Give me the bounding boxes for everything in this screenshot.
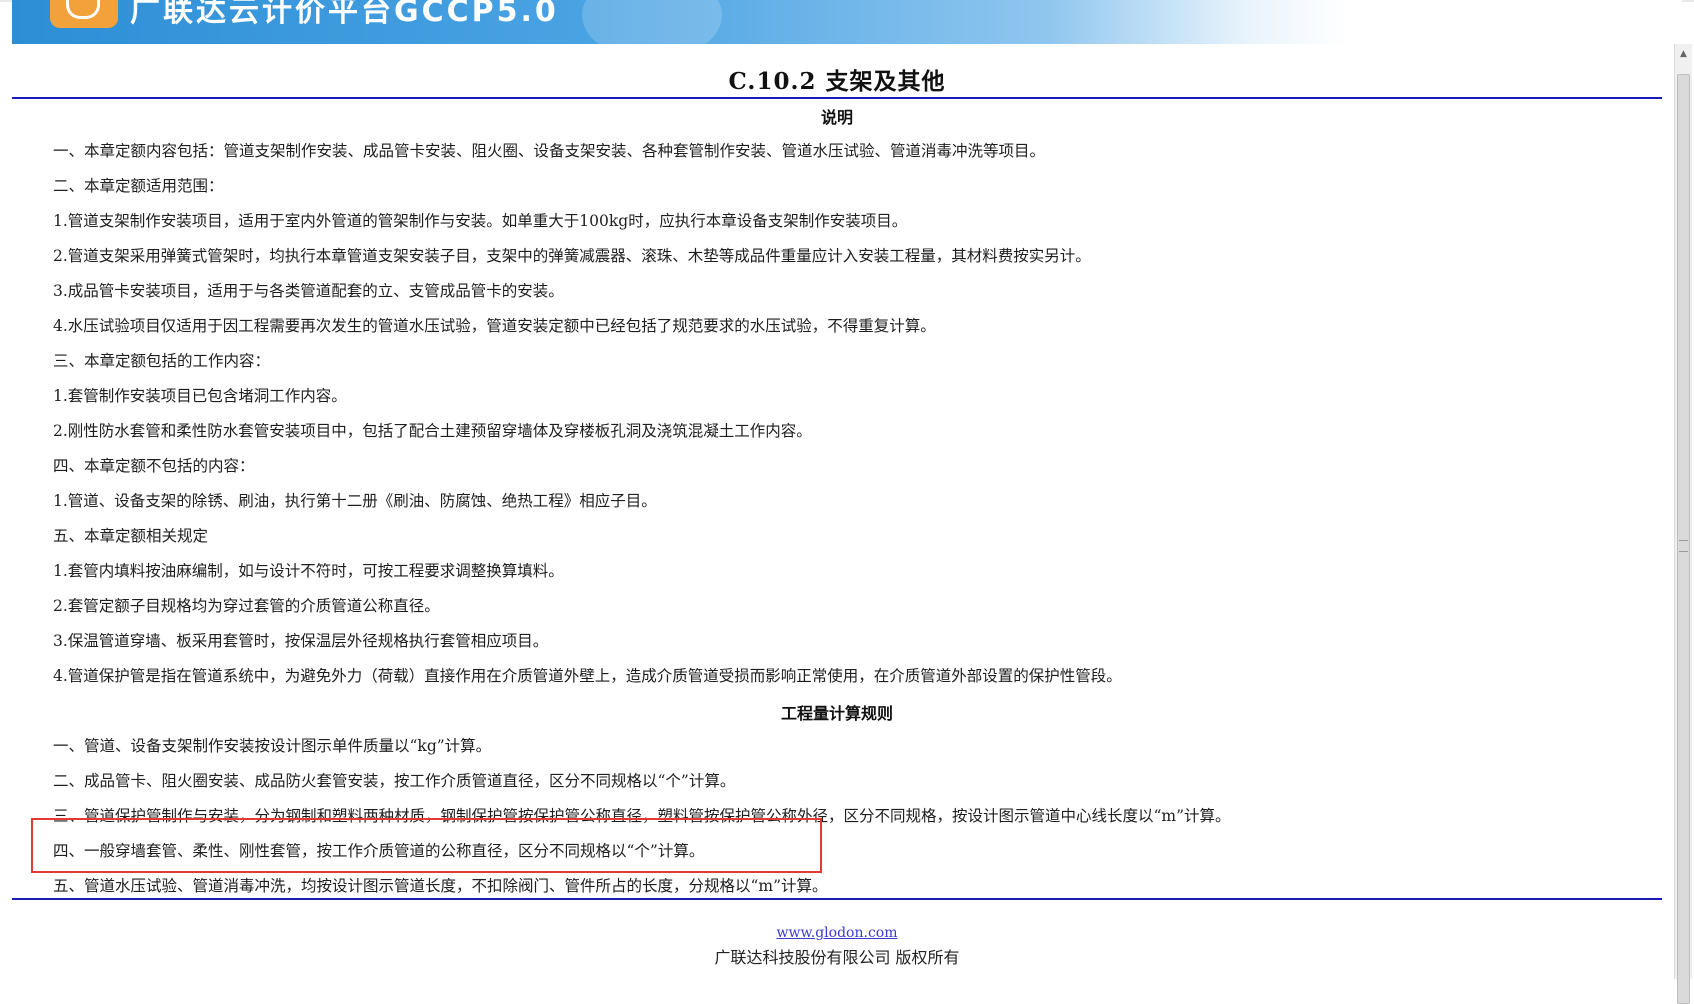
footer-link[interactable]: www.glodon.com <box>12 925 1662 941</box>
paragraph: 1.管道、设备支架的除锈、刷油，执行第十二册《刷油、防腐蚀、绝热工程》相应子目。 <box>53 492 657 510</box>
paragraph: 1.套管内填料按油麻编制，如与设计不符时，可按工程要求调整换算填料。 <box>53 562 564 580</box>
section-heading-rules: 工程量计算规则 <box>780 704 893 723</box>
scroll-up-arrow-icon[interactable]: ▲ <box>1675 44 1692 64</box>
paragraph: 一、本章定额内容包括：管道支架制作安装、成品管卡安装、阻火圈、设备支架安装、各种… <box>53 142 1046 160</box>
paragraph: 四、本章定额不包括的内容： <box>53 457 255 475</box>
page-title: C.10.2 支架及其他 <box>728 68 946 95</box>
paragraph: 2.管道支架采用弹簧式管架时，均执行本章管道支架安装子目，支架中的弹簧减震器、滚… <box>53 247 1091 265</box>
red-highlight-box <box>31 818 822 873</box>
rule-item: 五、管道水压试验、管道消毒冲洗，均按设计图示管道长度，不扣除阀门、管件所占的长度… <box>53 877 828 895</box>
paragraph: 3.成品管卡安装项目，适用于与各类管道配套的立、支管成品管卡的安装。 <box>53 282 564 300</box>
footer-divider <box>12 898 1662 900</box>
rule-item: 二、成品管卡、阻火圈安装、成品防火套管安装，按工作介质管道直径，区分不同规格以“… <box>53 772 736 790</box>
paragraph: 五、本章定额相关规定 <box>53 527 209 545</box>
paragraph: 2.套管定额子目规格均为穿过套管的介质管道公称直径。 <box>53 597 440 615</box>
banner-title: 广联达云计价平台GCCP5.0 <box>130 0 559 29</box>
footer-copyright: 广联达科技股份有限公司 版权所有 <box>714 948 960 967</box>
paragraph: 4.水压试验项目仅适用于因工程需要再次发生的管道水压试验，管道安装定额中已经包括… <box>53 317 936 335</box>
app-banner: 广联达云计价平台GCCP5.0 <box>12 0 1682 44</box>
vertical-scrollbar[interactable]: ▲ <box>1674 44 1692 1004</box>
paragraph: 2.刚性防水套管和柔性防水套管安装项目中，包括了配合土建预留穿墙体及穿楼板孔洞及… <box>53 422 812 440</box>
scrollbar-grip-icon <box>1679 540 1688 552</box>
paragraph: 4.管道保护管是指在管道系统中，为避免外力（荷载）直接作用在介质管道外壁上，造成… <box>53 667 1122 685</box>
logo-mark <box>66 0 100 19</box>
paragraph: 二、本章定额适用范围： <box>53 177 224 195</box>
paragraph: 三、本章定额包括的工作内容： <box>53 352 271 370</box>
title-divider <box>12 97 1662 99</box>
paragraph: 3.保温管道穿墙、板采用套管时，按保温层外径规格执行套管相应项目。 <box>53 632 549 650</box>
glodon-logo-icon <box>50 0 118 28</box>
section-heading-notes: 说明 <box>820 108 853 127</box>
paragraph: 1.套管制作安装项目已包含堵洞工作内容。 <box>53 387 347 405</box>
paragraph: 1.管道支架制作安装项目，适用于室内外管道的管架制作与安装。如单重大于100kg… <box>53 212 908 230</box>
rule-item: 一、管道、设备支架制作安装按设计图示单件质量以“kg”计算。 <box>53 737 492 755</box>
banner-decoration <box>582 0 722 44</box>
scrollbar-thumb[interactable] <box>1677 74 1690 1004</box>
